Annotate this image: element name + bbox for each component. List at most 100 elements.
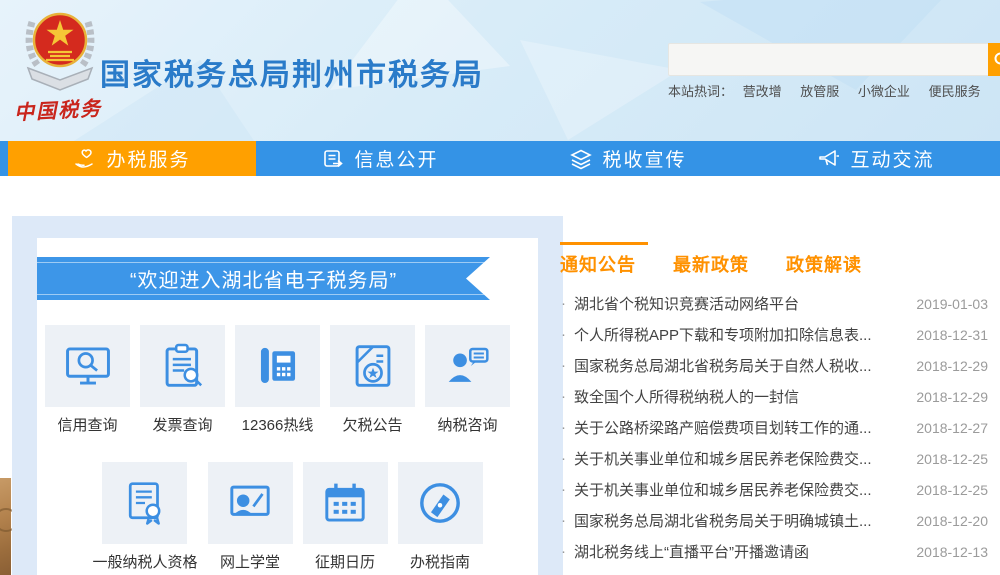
service-label: 网上学堂 [220, 551, 280, 572]
bullet-dot: · [561, 481, 566, 498]
news-tab-latest-policies[interactable]: 最新政策 [673, 251, 749, 277]
service-tax-consultation[interactable]: 纳税咨询 [425, 325, 510, 435]
services-row-2: 一般纳税人资格 网上学堂 [37, 462, 538, 572]
service-tax-arrears-notice[interactable]: 欠税公告 [330, 325, 415, 435]
site-header: 中国税务 国家税务总局荆州市税务局 本站热词： 营改增 放管服 小微企业 便民服… [0, 0, 1000, 141]
news-date: 2018-12-31 [916, 327, 988, 343]
news-list-item: · 湖北省个税知识竞赛活动网络平台 2019-01-03 [560, 288, 988, 319]
compass-icon [415, 478, 465, 528]
news-link[interactable]: 关于机关事业单位和城乡居民养老保险费交... [574, 479, 904, 500]
service-label: 纳税咨询 [437, 414, 497, 435]
news-list-item: · 国家税务总局湖北省税务局关于自然人税收... 2018-12-29 [560, 350, 988, 381]
news-list-item: · 关于公路桥梁路产赔偿费项目划转工作的通... 2018-12-27 [560, 412, 988, 443]
service-tile[interactable] [303, 462, 388, 544]
news-date: 2018-12-13 [916, 544, 988, 560]
news-date: 2018-12-25 [916, 451, 988, 467]
bullet-dot: · [561, 512, 566, 529]
news-date: 2018-12-27 [916, 420, 988, 436]
calendar-icon [320, 478, 370, 528]
service-credit-inquiry[interactable]: 信用查询 [45, 325, 130, 435]
service-tile[interactable] [235, 325, 320, 407]
news-link[interactable]: 关于机关事业单位和城乡居民养老保险费交... [574, 448, 904, 469]
national-tax-emblem-icon [22, 8, 98, 96]
news-list-item: · 湖北税务线上“直播平台”开播邀请函 2018-12-13 [560, 536, 988, 567]
news-link[interactable]: 湖北省个税知识竞赛活动网络平台 [574, 293, 904, 314]
news-list-item: · 个人所得税APP下载和专项附加扣除信息表... 2018-12-31 [560, 319, 988, 350]
news-date: 2018-12-20 [916, 513, 988, 529]
bullet-dot: · [561, 543, 566, 560]
hotword-link[interactable]: 小微企业 [858, 84, 910, 99]
service-label: 发票查询 [152, 414, 212, 435]
service-label: 欠税公告 [342, 414, 402, 435]
document-arrow-icon [321, 147, 345, 171]
service-tile[interactable] [45, 325, 130, 407]
bullet-dot: · [561, 295, 566, 312]
service-tile[interactable] [208, 462, 293, 544]
nav-tab-tax-publicity[interactable]: 税收宣传 [504, 141, 752, 176]
person-chat-icon [443, 341, 493, 391]
bullet-dot: · [561, 388, 566, 405]
news-panel: 通知公告 最新政策 政策解读 · 湖北省个税知识竞赛活动网络平台 2019-01… [560, 242, 988, 575]
monitor-search-icon [63, 341, 113, 391]
megaphone-icon [817, 147, 841, 171]
nav-tab-information-disclosure[interactable]: 信息公开 [256, 141, 504, 176]
services-row-1: 信用查询 发票查询 [37, 325, 538, 435]
nav-tab-tax-services[interactable]: 办税服务 [8, 141, 256, 176]
search-icon [993, 51, 1000, 69]
logo-caption: 中国税务 [13, 91, 114, 125]
service-label: 12366热线 [242, 414, 314, 435]
nav-tab-interaction[interactable]: 互动交流 [752, 141, 1000, 176]
hotword-link[interactable]: 营改增 [743, 84, 782, 99]
service-label: 一般纳税人资格 [92, 551, 197, 572]
news-list: · 湖北省个税知识竞赛活动网络平台 2019-01-03 · 个人所得税APP下… [560, 288, 988, 575]
service-tile[interactable] [330, 325, 415, 407]
news-link[interactable]: 关于公路桥梁路产赔偿费项目划转工作的通... [574, 417, 904, 438]
service-tile[interactable] [398, 462, 483, 544]
services-panel: “欢迎进入湖北省电子税务局” 信用查询 [12, 216, 563, 575]
news-link[interactable]: 个人所得税APP下载和专项附加扣除信息表... [574, 324, 904, 345]
service-tax-calendar[interactable]: 征期日历 [303, 462, 388, 572]
certificate-medal-icon [120, 478, 170, 528]
news-date: 2018-12-25 [916, 482, 988, 498]
welcome-banner-text: “欢迎进入湖北省电子税务局” [130, 264, 397, 293]
news-date: 2018-12-29 [916, 358, 988, 374]
hotword-link[interactable]: 放管服 [800, 84, 839, 99]
search-bar [668, 43, 1000, 76]
service-tax-guide[interactable]: 办税指南 [398, 462, 483, 572]
service-12366-hotline[interactable]: 12366热线 [235, 325, 320, 435]
service-tile[interactable] [425, 325, 510, 407]
search-input[interactable] [668, 43, 1000, 76]
search-button[interactable] [988, 43, 1000, 76]
nav-tab-label: 办税服务 [106, 145, 190, 172]
news-tab-policy-interpretation[interactable]: 政策解读 [786, 251, 862, 277]
site-title: 国家税务总局荆州市税务局 [100, 50, 484, 94]
service-label: 办税指南 [410, 551, 470, 572]
nav-tab-label: 互动交流 [850, 145, 934, 172]
news-link[interactable]: 国家税务总局湖北省税务局关于自然人税收... [574, 355, 904, 376]
hotword-link[interactable]: 便民服务 [929, 84, 981, 99]
news-link[interactable]: 湖北税务线上“直播平台”开播邀请函 [574, 541, 904, 562]
service-tile[interactable] [140, 325, 225, 407]
service-online-school[interactable]: 网上学堂 [208, 462, 293, 572]
news-list-item: · 关于机关事业单位和城乡居民养老保险费交... 2018-12-25 [560, 474, 988, 505]
news-link[interactable]: 国家税务总局湖北省税务局关于明确城镇土... [574, 510, 904, 531]
service-invoice-inquiry[interactable]: 发票查询 [140, 325, 225, 435]
bullet-dot: · [561, 419, 566, 436]
background-photo [0, 478, 11, 575]
news-link[interactable]: 致全国个人所得税纳税人的一封信 [574, 386, 904, 407]
service-label: 征期日历 [315, 551, 375, 572]
header-decor-triangle [520, 40, 680, 140]
service-tile[interactable] [102, 462, 187, 544]
news-tab-notices[interactable]: 通知公告 [560, 251, 636, 277]
bullet-dot: · [561, 326, 566, 343]
main-nav: 办税服务 信息公开 税收宣传 互动交流 [0, 141, 1000, 176]
bullet-dot: · [561, 357, 566, 374]
service-general-taxpayer-qualification[interactable]: 一般纳税人资格 [92, 462, 197, 572]
clipboard-search-icon [158, 341, 208, 391]
document-star-icon [348, 341, 398, 391]
hotwords-label: 本站热词： [668, 84, 733, 99]
tax-bureau-logo: 中国税务 [14, 8, 114, 123]
page: 中国税务 国家税务总局荆州市税务局 本站热词： 营改增 放管服 小微企业 便民服… [0, 0, 1000, 575]
welcome-banner: “欢迎进入湖北省电子税务局” [37, 257, 490, 300]
nav-tab-label: 税收宣传 [602, 145, 686, 172]
